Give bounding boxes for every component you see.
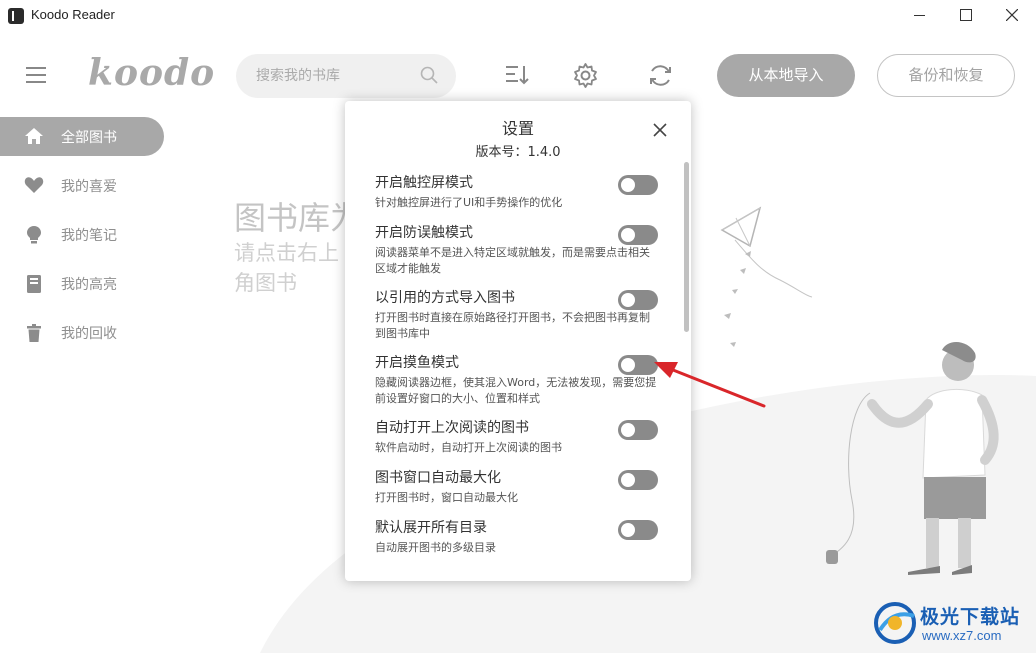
dialog-title: 设置 [501,119,534,138]
setting-description: 阅读器菜单不是进入特定区域就触发，而是需要点击相关区域才能触发 [375,246,650,275]
home-icon [25,128,43,144]
trash-icon [27,324,41,342]
highlight-book-icon [27,275,41,293]
watermark-url: www.xz7.com [922,628,1002,643]
sidebar-item-label: 我的高亮 [61,277,117,293]
setting-description: 打开图书时直接在原始路径打开图书，不会把图书再复制到图书库中 [375,311,650,340]
sidebar-item-favorites[interactable]: 我的喜爱 [0,166,164,205]
setting-auto-open-last-book: 自动打开上次阅读的图书 软件启动时，自动打开上次阅读的图书 [375,418,675,456]
sidebar-item-label: 我的喜爱 [61,179,117,195]
sort-icon[interactable] [504,62,530,88]
lightbulb-icon [27,226,41,244]
scrollbar[interactable] [684,162,689,332]
sidebar-item-highlights[interactable]: 我的高亮 [0,264,164,303]
sidebar-item-trash[interactable]: 我的回收 [0,313,164,352]
settings-dialog: 设置 版本号：1.4.0 开启触控屏模式 针对触控屏进行了UI和手势操作的优化 … [345,101,691,581]
menu-icon[interactable] [26,67,46,84]
import-local-button[interactable]: 从本地导入 [717,54,855,97]
setting-description: 隐藏阅读器边框，使其混入Word，无法被发现，需要您提前设置好窗口的大小、位置和… [375,376,657,405]
watermark: 极光下载站 www.xz7.com [872,598,1032,650]
sync-icon[interactable] [647,62,674,89]
watermark-name: 极光下载站 [920,606,1021,628]
annotation-arrow-icon [654,362,766,408]
setting-description: 针对触控屏进行了UI和手势操作的优化 [375,196,563,209]
setting-auto-maximize: 图书窗口自动最大化 打开图书时，窗口自动最大化 [375,468,675,506]
maximize-button[interactable] [943,0,989,31]
backup-restore-button[interactable]: 备份和恢复 [877,54,1015,97]
settings-gear-icon[interactable] [572,62,599,89]
auto-maximize-toggle[interactable] [618,470,658,490]
watermark-logo-icon [874,602,916,644]
app-icon [8,8,24,24]
version-label: 版本号：1.4.0 [475,145,561,160]
setting-description: 自动展开图书的多级目录 [375,541,496,554]
setting-expand-all-toc: 默认展开所有目录 自动展开图书的多级目录 [375,518,675,556]
sidebar-item-all-books[interactable]: 全部图书 [0,117,164,156]
setting-description: 软件启动时，自动打开上次阅读的图书 [375,441,562,454]
close-icon [1006,9,1018,21]
minimize-button[interactable] [897,0,943,31]
title-bar: Koodo Reader [0,0,1036,31]
expand-all-toc-toggle[interactable] [618,520,658,540]
search-icon[interactable] [420,66,438,84]
auto-open-last-book-toggle[interactable] [618,420,658,440]
import-by-reference-toggle[interactable] [618,290,658,310]
setting-import-by-reference: 以引用的方式导入图书 打开图书时直接在原始路径打开图书，不会把图书再复制到图书库… [375,288,675,342]
window-close-button[interactable] [989,0,1035,31]
mistouch-prevention-toggle[interactable] [618,225,658,245]
search-input[interactable] [256,66,416,86]
setting-stealth-mode: 开启摸鱼模式 隐藏阅读器边框，使其混入Word，无法被发现，需要您提前设置好窗口… [375,353,675,407]
sidebar-item-label: 我的回收 [61,326,117,342]
sidebar-item-notes[interactable]: 我的笔记 [0,215,164,254]
sidebar-item-label: 我的笔记 [61,228,117,244]
window-title: Koodo Reader [31,7,115,22]
heart-icon [24,177,44,193]
sidebar-item-label: 全部图书 [61,130,117,146]
app-logo: koodo [88,52,216,94]
close-icon[interactable] [653,123,667,137]
setting-touch-mode: 开启触控屏模式 针对触控屏进行了UI和手势操作的优化 [375,173,675,211]
touch-mode-toggle[interactable] [618,175,658,195]
setting-mistouch-prevention: 开启防误触模式 阅读器菜单不是进入特定区域就触发，而是需要点击相关区域才能触发 [375,223,675,277]
setting-description: 打开图书时，窗口自动最大化 [375,491,518,504]
